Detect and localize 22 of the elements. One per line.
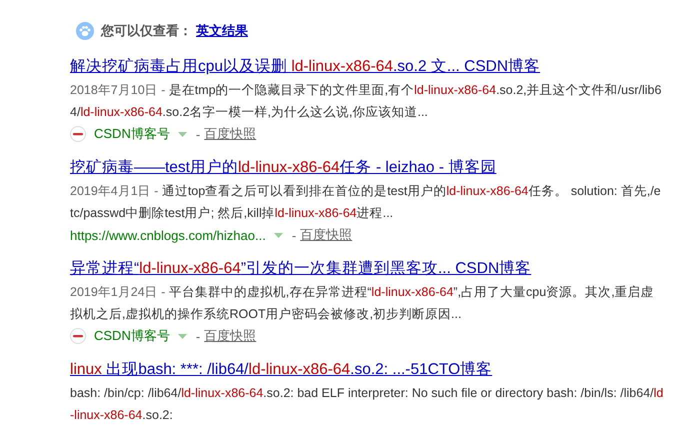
result-snippet: 2018年7月10日 - 是在tmp的一个隐藏目录下的文件里面,有个ld-linux-x86-64.so.2,并且这个文件和/usr/lib64/ld-linux-x86-64.so.2名字一模一样,为什么这么说,你应该知道... — [70, 82, 662, 121]
source-name: CSDN博客号 — [94, 327, 170, 345]
result-title-link[interactable]: linux 出现bash: ***: /lib64/ld-linux-x86-64.so.2: ...-51CTO博客 — [70, 359, 492, 381]
hint-label: 您可以仅查看： — [101, 22, 192, 40]
english-results-link[interactable]: 英文结果 — [196, 22, 248, 40]
paw-icon — [76, 22, 94, 40]
separator: - — [196, 126, 200, 142]
site-logo-icon — [70, 328, 86, 344]
cache-link[interactable]: 百度快照 — [204, 125, 256, 143]
dropdown-caret-icon[interactable] — [178, 334, 187, 338]
cache-link[interactable]: 百度快照 — [300, 226, 352, 244]
dropdown-caret-icon[interactable] — [178, 132, 187, 136]
cache-link[interactable]: 百度快照 — [204, 327, 256, 345]
separator: - — [196, 328, 200, 344]
source-name: CSDN博客号 — [94, 125, 170, 143]
result-snippet: 2019年4月1日 - 通过top查看之后可以看到排在首位的是test用户的ld-linux-x86-64任务。 solution: 首先,/etc/passwd中删除test用户; 然后,kill掉ld-linux-x86-64进程... — [70, 183, 662, 222]
result-snippet: bash: /bin/cp: /lib64/ld-linux-x86-64.so.2: bad ELF interpreter: No such file or directory bash: /bin/ls: /lib64/ld-linux-x86-64.so.2: — [70, 385, 664, 424]
separator: - — [292, 228, 296, 242]
result-snippet: 2019年1月24日 - 平台集群中的虚拟机,存在异常进程“ld-linux-x86-64”,占用了大量cpu资源。其次,重启虚拟机之后,虚拟机的操作系统ROOT用户密码会被修改,初步判断原因... — [70, 284, 655, 323]
dropdown-caret-icon[interactable] — [274, 232, 283, 238]
source-url: https://www.cnblogs.com/hizhao... — [70, 228, 266, 242]
site-logo-icon — [70, 126, 86, 142]
